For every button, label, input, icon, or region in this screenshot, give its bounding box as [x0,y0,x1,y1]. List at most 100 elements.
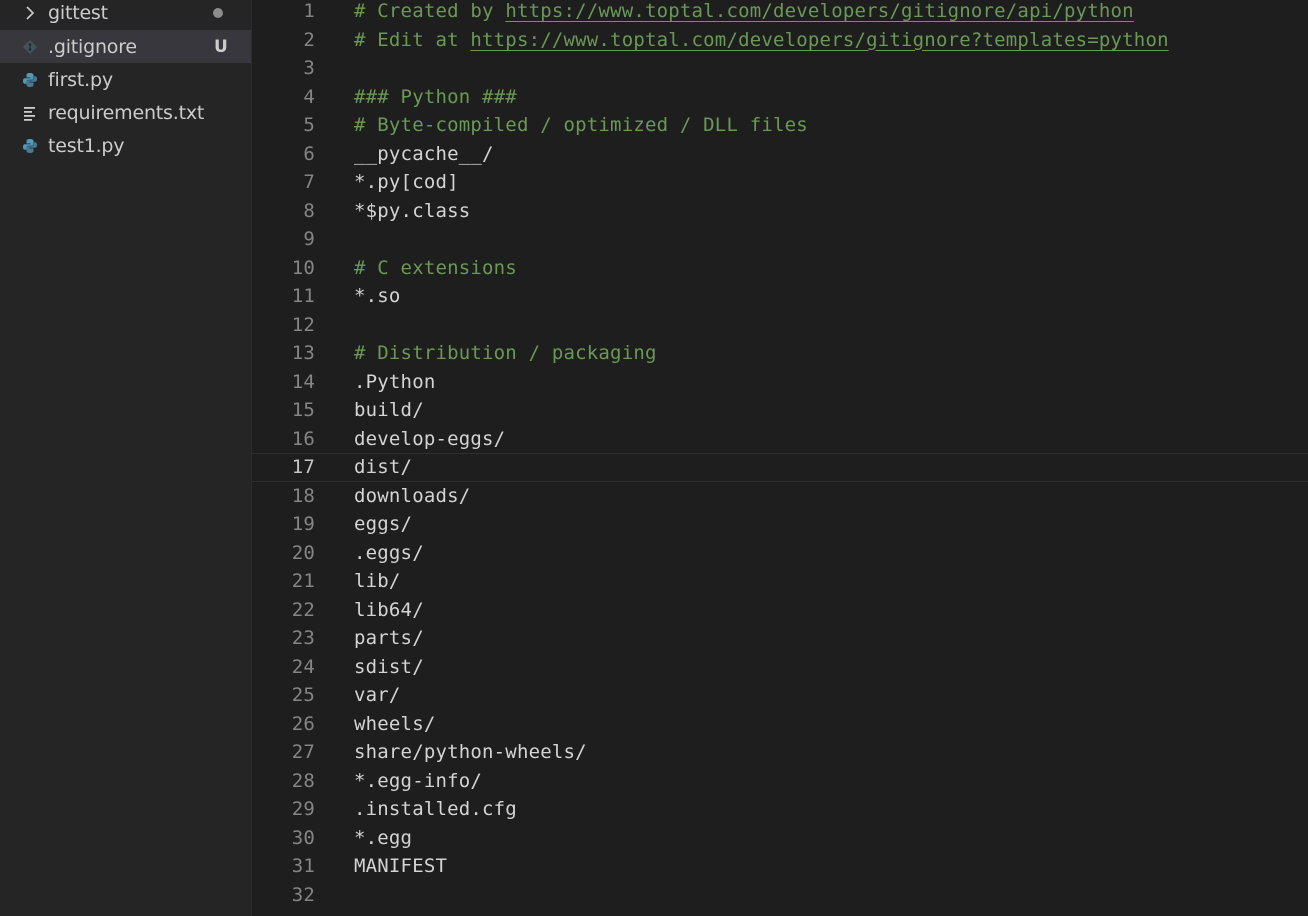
code-line[interactable]: 9 [252,225,1308,254]
code-text: __pycache__/ [354,142,494,165]
code-text: build/ [354,399,424,421]
code-line[interactable]: 3 [252,54,1308,83]
line-number: 18 [291,484,315,507]
tree-item-test1-py[interactable]: test1.py [0,129,251,162]
git-modified-dot-icon [213,8,223,18]
line-number: 32 [291,883,315,906]
code-line[interactable]: 21 lib/ [252,567,1308,596]
code-line[interactable]: 2 # Edit at https://www.toptal.com/develo… [252,26,1308,55]
code-line[interactable]: 19 eggs/ [252,510,1308,539]
code-line[interactable]: 14 .Python [252,368,1308,397]
line-number: 3 [303,57,315,79]
line-number: 8 [303,199,315,222]
code-text: parts/ [354,627,424,649]
code-line[interactable]: 1 # Created by https://www.toptal.com/dev… [252,0,1308,26]
line-number: 16 [291,427,315,450]
code-line[interactable]: 4 ### Python ### [252,83,1308,112]
line-number: 29 [291,798,315,820]
code-line[interactable]: 13 # Distribution / packaging [252,339,1308,368]
code-editor[interactable]: 1 # Created by https://www.toptal.com/dev… [252,0,1308,916]
code-line[interactable]: 25 var/ [252,681,1308,710]
code-text: eggs/ [354,513,413,535]
code-text: .Python [354,370,436,393]
line-number: 12 [291,313,315,336]
line-number: 14 [291,370,315,393]
code-text: *.egg-info/ [354,769,483,792]
line-number: 23 [291,627,315,649]
comment-prefix: # Edit at [354,28,471,51]
code-text: lib/ [354,570,401,592]
code-text: wheels/ [354,712,436,735]
code-comment: # Created by https://www.toptal.com/deve… [354,0,1134,26]
code-line[interactable]: 15 build/ [252,396,1308,425]
code-text: .installed.cfg [354,798,517,820]
code-line[interactable]: 10 # C extensions [252,254,1308,283]
code-text: *$py.class [354,199,471,222]
code-text: var/ [354,684,401,706]
code-text: share/python-wheels/ [354,741,587,763]
line-number: 22 [291,598,315,621]
code-line[interactable]: 26 wheels/ [252,710,1308,739]
line-number: 11 [291,285,315,307]
comment-prefix: # Created by [354,0,506,22]
code-line[interactable]: 31 MANIFEST [252,852,1308,881]
code-line[interactable]: 5 # Byte-compiled / optimized / DLL files [252,111,1308,140]
code-line[interactable]: 8 *$py.class [252,197,1308,226]
line-number: 26 [291,712,315,735]
line-number: 1 [303,0,315,22]
code-comment: ### Python ### [354,85,517,108]
tree-item-label: gittest [48,1,108,24]
line-number: 20 [291,541,315,564]
code-line[interactable]: 7 *.py[cod] [252,168,1308,197]
code-text: .eggs/ [354,541,424,564]
tree-item-label: first.py [48,68,113,91]
line-number: 5 [303,114,315,136]
chevron-right-icon[interactable] [20,0,40,29]
git-file-icon [20,30,40,63]
code-text: *.egg [354,826,413,849]
vscode-window: gittest .gitignore U first.py requiremen… [0,0,1308,916]
code-line[interactable]: 6 __pycache__/ [252,140,1308,169]
line-number: 19 [291,513,315,535]
code-text: *.so [354,285,401,307]
code-line[interactable]: 23 parts/ [252,624,1308,653]
code-line[interactable]: 27 share/python-wheels/ [252,738,1308,767]
code-text: *.py[cod] [354,171,459,193]
explorer-sidebar: gittest .gitignore U first.py requiremen… [0,0,252,916]
line-number: 27 [291,741,315,763]
code-line[interactable]: 20 .eggs/ [252,539,1308,568]
code-text: develop-eggs/ [354,427,506,450]
tree-item-gitignore[interactable]: .gitignore U [0,30,251,63]
line-number: 31 [291,855,315,877]
line-number: 6 [303,142,315,165]
code-line[interactable]: 12 [252,311,1308,340]
code-line[interactable]: 24 sdist/ [252,653,1308,682]
tree-item-gittest[interactable]: gittest [0,0,251,29]
line-number: 28 [291,769,315,792]
line-number: 15 [291,399,315,421]
line-number: 9 [303,228,315,250]
code-text: dist/ [354,456,413,478]
tree-item-label: test1.py [48,134,125,157]
line-number: 21 [291,570,315,592]
code-line[interactable]: 30 *.egg [252,824,1308,853]
code-text: sdist/ [354,655,424,678]
line-number: 10 [291,256,315,279]
tree-item-first-py[interactable]: first.py [0,63,251,96]
code-line[interactable]: 17 dist/ [252,453,1308,482]
code-line[interactable]: 32 [252,881,1308,910]
code-line[interactable]: 22 lib64/ [252,596,1308,625]
tree-item-requirements-txt[interactable]: requirements.txt [0,96,251,129]
code-line[interactable]: 29 .installed.cfg [252,795,1308,824]
code-line[interactable]: 11 *.so [252,282,1308,311]
url-link[interactable]: https://www.toptal.com/developers/gitign… [505,0,1134,22]
code-line[interactable]: 16 develop-eggs/ [252,425,1308,454]
tree-item-label: .gitignore [48,35,137,58]
code-line[interactable]: 28 *.egg-info/ [252,767,1308,796]
line-number: 30 [291,826,315,849]
url-link[interactable]: https://www.toptal.com/developers/gitign… [470,29,1168,51]
git-status-badge: U [214,36,228,57]
line-number: 13 [291,342,315,364]
code-line[interactable]: 18 downloads/ [252,482,1308,511]
line-number: 25 [291,684,315,706]
